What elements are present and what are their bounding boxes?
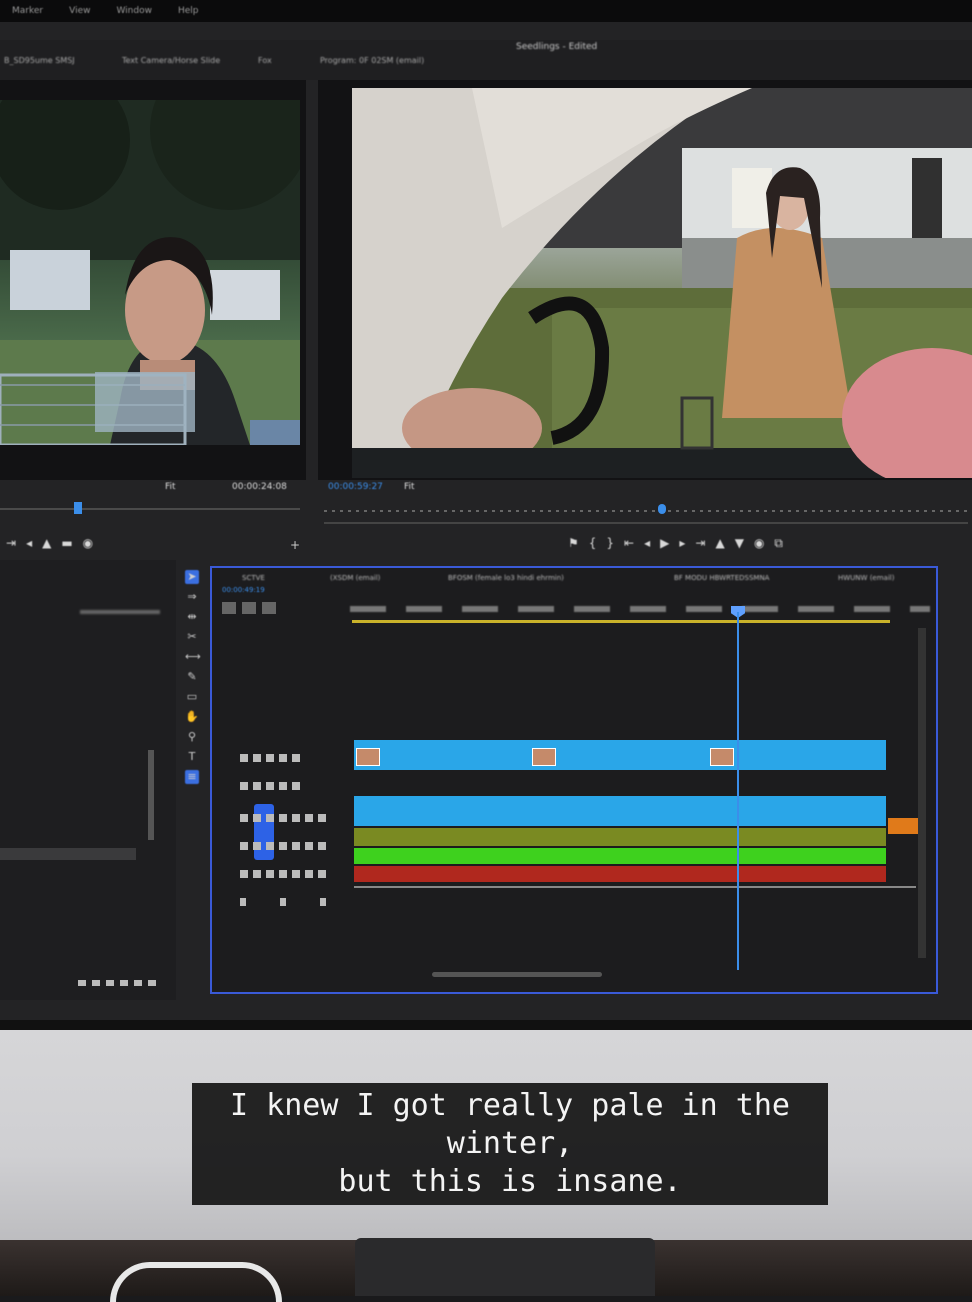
mark-out-icon[interactable]: }	[606, 536, 614, 551]
razor-icon[interactable]: ✂	[185, 630, 199, 644]
clip-thumbnail	[710, 748, 734, 766]
timeline-playhead[interactable]	[737, 612, 739, 970]
compare-icon[interactable]: ⧉	[774, 536, 783, 551]
zoom-icon[interactable]: ⚲	[185, 730, 199, 744]
sequence-tab-3[interactable]: BFOSM (female lo3 hindi ehrmin)	[448, 574, 564, 582]
master-track-line	[354, 886, 916, 888]
clip-thumbnail	[532, 748, 556, 766]
clip-thumbnail	[356, 748, 380, 766]
tools-panel: ➤ ⇒ ⇹ ✂ ⟷ ✎ ▭ ✋ ⚲ T ≡	[178, 570, 206, 820]
play-icon[interactable]: ▶	[660, 536, 669, 551]
audio-clip-orange[interactable]	[888, 818, 918, 834]
menu-item-view[interactable]: View	[69, 6, 90, 16]
sequence-tab-1[interactable]: SCTVE	[242, 574, 265, 582]
source-transport: ⇥ ◂ ▲ ▬ ◉	[6, 536, 93, 550]
panel-tab-bar: B_SD95ume SMSJ Text Camera/Horse Slide F…	[0, 40, 972, 80]
timeline-ruler-labels	[350, 606, 930, 612]
track-select-icon[interactable]: ⇒	[185, 590, 199, 604]
menu-item-marker[interactable]: Marker	[12, 6, 43, 16]
type-icon[interactable]: T	[185, 750, 199, 764]
program-video-frame	[352, 88, 972, 478]
project-zoom-slider[interactable]	[0, 848, 136, 860]
pen-icon[interactable]: ✎	[185, 670, 199, 684]
source-controls: Fit 00:00:24:08 ⇥ ◂ ▲ ▬ ◉ +	[0, 480, 306, 560]
overwrite-icon[interactable]: ▬	[61, 536, 72, 550]
program-controls: 00:00:59:27 Fit ⚑ { } ⇤ ◂ ▶ ▸ ⇥ ▲ ▼ ◉ ⧉	[318, 480, 972, 560]
tab-audio[interactable]: Fox	[258, 56, 272, 66]
step-back-icon[interactable]: ◂	[26, 536, 32, 550]
timeline-vertical-scrollbar[interactable]	[918, 628, 926, 958]
program-playhead[interactable]	[658, 504, 666, 514]
hand-icon[interactable]: ✋	[185, 710, 199, 724]
sequence-tab-2[interactable]: (XSDM (email)	[330, 574, 380, 582]
tab-effect-controls[interactable]: Text Camera/Horse Slide	[122, 56, 220, 66]
project-title: Seedlings - Edited	[516, 42, 598, 52]
lift-icon[interactable]: ▲	[715, 536, 724, 551]
extract-icon[interactable]: ▼	[735, 536, 744, 551]
project-panel-buttons[interactable]	[78, 980, 158, 986]
zoom-scrollbar[interactable]	[324, 522, 968, 524]
track-header-v2[interactable]	[240, 754, 304, 762]
project-panel	[0, 560, 176, 1000]
insert-icon[interactable]: ▲	[42, 536, 51, 550]
step-forward-icon[interactable]: ▸	[679, 536, 685, 551]
tab-source-clip[interactable]: B_SD95ume SMSJ	[4, 56, 75, 66]
subtitle-line-2: winter,	[446, 1126, 574, 1161]
program-transport: ⚑ { } ⇤ ◂ ▶ ▸ ⇥ ▲ ▼ ◉ ⧉	[568, 536, 783, 551]
sequence-tab-4[interactable]: BF MODU HBWRTEDSSMNA	[674, 574, 769, 582]
subtitle-line-1: I knew I got really pale in the	[230, 1088, 790, 1123]
project-item-label	[80, 610, 160, 614]
source-video-frame	[0, 100, 300, 445]
tab-program[interactable]: Program: 0F 02SM (email)	[320, 56, 424, 66]
rectangle-icon[interactable]: ▭	[185, 690, 199, 704]
source-playhead[interactable]	[74, 502, 82, 514]
menu-item-window[interactable]: Window	[116, 6, 152, 16]
track-header-a3[interactable]	[240, 870, 330, 878]
program-fit-dropdown[interactable]: Fit	[404, 482, 415, 492]
mark-in-icon[interactable]: {	[589, 536, 597, 551]
cable	[110, 1262, 282, 1302]
add-button-icon[interactable]: +	[290, 538, 300, 552]
video-clip-v1[interactable]	[354, 796, 886, 826]
project-scrollbar[interactable]	[148, 750, 154, 840]
timeline-timecode: 00:00:49:19	[222, 586, 265, 594]
track-header-master[interactable]	[240, 898, 350, 906]
track-header-a2[interactable]	[240, 842, 330, 850]
timeline-horizontal-scrollbar[interactable]	[432, 972, 602, 977]
work-area-bar[interactable]	[352, 620, 890, 623]
captions-icon[interactable]: ≡	[185, 770, 199, 784]
subtitle-caption: I knew I got really pale in the winter, …	[192, 1083, 828, 1205]
go-to-in-icon[interactable]: ⇤	[624, 536, 634, 551]
timeline-panel: SCTVE (XSDM (email) BFOSM (female lo3 hi…	[210, 566, 938, 994]
audio-clip-a2[interactable]	[354, 848, 886, 864]
audio-clip-a3[interactable]	[354, 866, 886, 882]
video-clip-v2[interactable]	[354, 740, 886, 770]
menu-item-help[interactable]: Help	[178, 6, 199, 16]
sequence-tab-5[interactable]: HWUNW (email)	[838, 574, 894, 582]
source-patch-a1[interactable]	[254, 804, 274, 860]
mark-in-icon[interactable]: ⇥	[6, 536, 16, 550]
track-header-v1[interactable]	[240, 782, 304, 790]
source-timecode: 00:00:24:08	[232, 482, 287, 492]
go-to-out-icon[interactable]: ⇥	[695, 536, 705, 551]
step-back-icon[interactable]: ◂	[644, 536, 650, 551]
ripple-edit-icon[interactable]: ⇹	[185, 610, 199, 624]
program-timecode: 00:00:59:27	[328, 482, 383, 492]
program-time-ruler[interactable]	[324, 510, 968, 512]
source-time-ruler[interactable]	[0, 508, 300, 510]
subtitle-line-3: but this is insane.	[338, 1164, 682, 1199]
timeline-snap-buttons[interactable]	[222, 602, 282, 614]
audio-clip-a1[interactable]	[354, 828, 886, 846]
export-frame-icon[interactable]: ◉	[83, 536, 93, 550]
monitor-stand	[355, 1238, 655, 1296]
slip-icon[interactable]: ⟷	[185, 650, 201, 664]
selection-tool-icon[interactable]: ➤	[185, 570, 199, 584]
menu-bar: Marker View Window Help	[0, 0, 972, 22]
track-header-a1[interactable]	[240, 814, 330, 822]
source-fit-dropdown[interactable]: Fit	[165, 482, 176, 492]
marker-icon[interactable]: ⚑	[568, 536, 579, 551]
camera-icon[interactable]: ◉	[754, 536, 764, 551]
